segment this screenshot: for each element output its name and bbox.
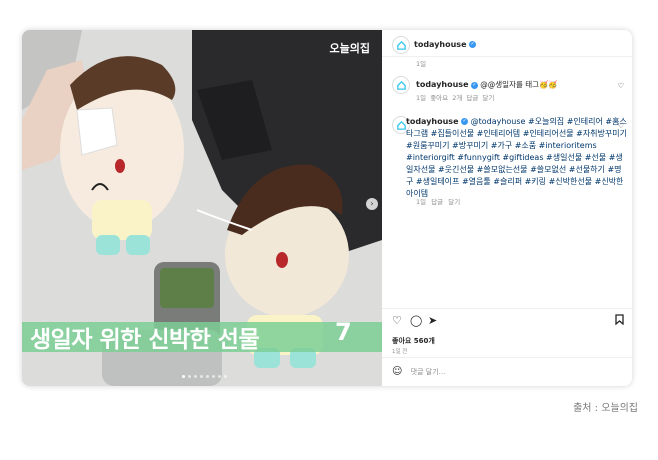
caption-mention[interactable]: @todayhouse xyxy=(471,117,526,126)
caption-reply[interactable]: 답글 달기 xyxy=(431,198,460,206)
caption-username[interactable]: todayhouse xyxy=(406,117,459,126)
carousel-dot xyxy=(206,375,209,378)
post-actions: ♡ ◯ ➤ xyxy=(392,314,624,328)
carousel-dot xyxy=(218,375,221,378)
post-caption: todayhouse ✓ @todayhouse #오늘의집 #인테리어 #홈스… xyxy=(406,116,628,200)
verified-badge-icon: ✓ xyxy=(461,118,469,125)
comment-placeholder: 댓글 달기... xyxy=(410,368,446,376)
bookmark-icon[interactable] xyxy=(615,314,624,328)
post-photo: 오늘의집 생일자 위한 신박한 선물 7 › xyxy=(22,30,382,386)
caption-like-heart-icon[interactable]: ♡ xyxy=(618,122,624,130)
carousel-dot xyxy=(200,375,203,378)
header-username[interactable]: todayhouse xyxy=(414,40,467,49)
banner-title: 생일자 위한 신박한 선물 xyxy=(30,327,260,353)
comment-username[interactable]: todayhouse xyxy=(416,80,469,89)
comment-like-heart-icon[interactable]: ♡ xyxy=(618,82,624,90)
carousel-dot xyxy=(224,375,227,378)
carousel-dot xyxy=(182,375,185,378)
second-comment: todayhouse ✓ @@생일자를 태그🥳🥳 xyxy=(416,79,558,90)
like-heart-icon[interactable]: ♡ xyxy=(392,314,402,327)
post-sidebar: todayhouse ✓ 1일 todayhouse ✓ @@생일자를 태그🥳🥳… xyxy=(382,30,632,386)
todayhouse-logo-icon xyxy=(396,40,406,50)
comment-reply[interactable]: 답글 달기 xyxy=(466,94,494,102)
share-icon[interactable]: ➤ xyxy=(428,314,437,327)
todayhouse-logo-icon xyxy=(396,120,406,130)
comment-avatar[interactable] xyxy=(392,76,410,94)
post-time-ago: 1일 전 xyxy=(392,349,408,355)
comment-divider xyxy=(382,357,632,358)
comment-time: 1일 xyxy=(416,94,427,102)
source-credit: 출처 : 오늘의집 xyxy=(573,403,638,414)
carousel-dots xyxy=(182,375,227,378)
header-divider xyxy=(382,56,632,57)
first-comment-time: 1일 xyxy=(416,60,427,68)
verified-badge-icon: ✓ xyxy=(469,41,477,48)
instagram-post-card: 오늘의집 생일자 위한 신박한 선물 7 › todayhouse ✓ 1일 t… xyxy=(22,30,632,386)
verified-badge-icon: ✓ xyxy=(470,81,478,89)
comment-text: @@생일자를 태그🥳🥳 xyxy=(480,80,558,89)
comment-icon[interactable]: ◯ xyxy=(410,314,422,327)
caption-hashtags[interactable]: #오늘의집 #인테리어 #홈스타그램 #집들이선물 #인테리어템 #인테리어선물… xyxy=(406,117,627,198)
carousel-dot xyxy=(188,375,191,378)
like-count[interactable]: 좋아요 560개 xyxy=(392,336,435,346)
carousel-dot xyxy=(194,375,197,378)
emoji-icon[interactable]: ☺ xyxy=(392,366,402,377)
profile-avatar[interactable] xyxy=(392,36,410,54)
actions-divider xyxy=(382,308,632,309)
banner-number: 7 xyxy=(335,318,352,346)
caption-time: 1일 xyxy=(416,198,427,206)
comment-input[interactable]: ☺ 댓글 달기... xyxy=(392,366,624,377)
watermark-text: 오늘의집 xyxy=(329,42,370,55)
comment-likes[interactable]: 좋아요 2개 xyxy=(430,94,462,102)
todayhouse-logo-icon xyxy=(396,80,406,90)
carousel-dot xyxy=(212,375,215,378)
next-image-button[interactable]: › xyxy=(366,198,378,210)
